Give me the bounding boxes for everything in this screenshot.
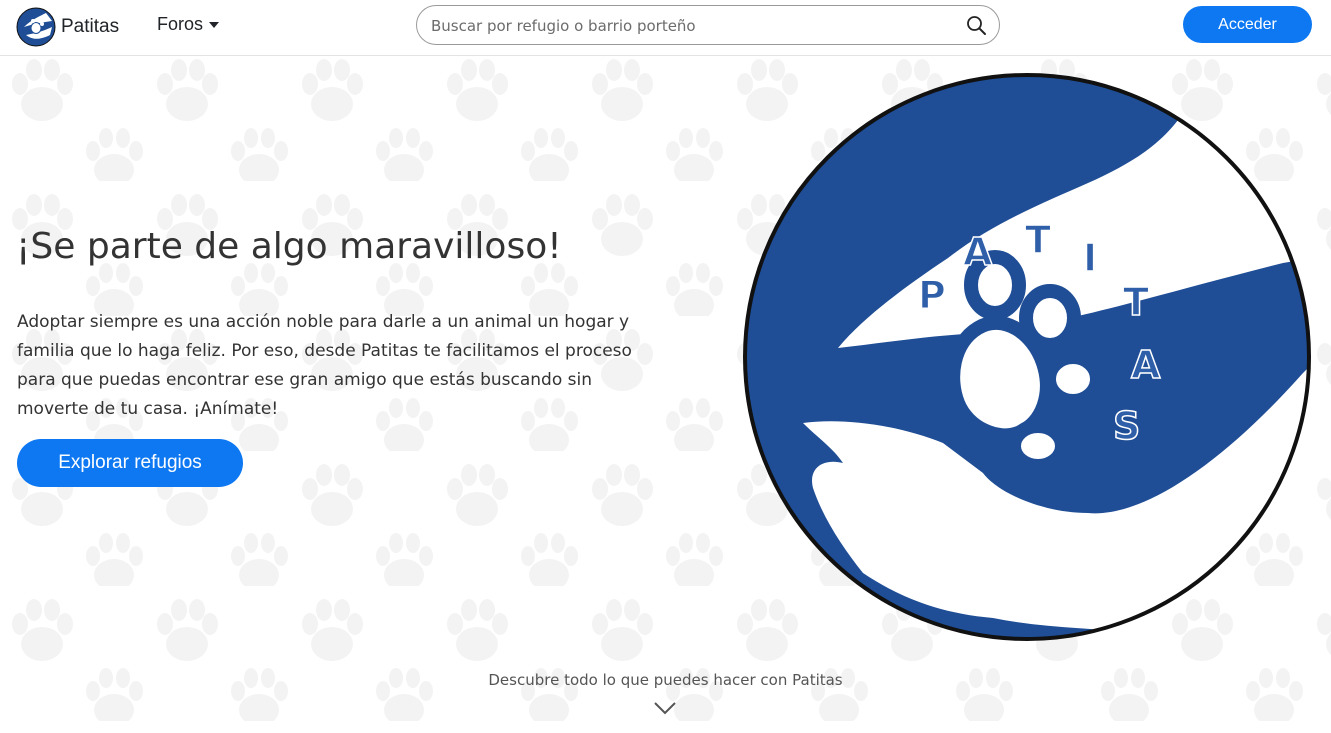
logo-letter-t: T [1025,218,1051,262]
logo-letter-a2: A [1131,343,1161,387]
caret-down-icon [209,21,220,28]
hero-title: ¡Se parte de algo maravilloso! [16,226,562,267]
logo-letter-i: I [1083,236,1097,280]
chevron-down-icon[interactable] [653,700,677,716]
search-bar [416,5,1000,46]
brand-name: Patitas [61,16,120,37]
logo-letter-a: A [963,230,993,274]
foros-dropdown[interactable]: Foros [157,14,220,35]
search-icon[interactable] [966,15,987,36]
patitas-hero-logo: P A T I T A S [743,73,1311,641]
search-input[interactable] [429,6,963,46]
foros-label: Foros [157,14,204,34]
explore-shelters-button[interactable]: Explorar refugios [17,439,243,487]
discover-hint: Descubre todo lo que puedes hacer con Pa… [488,671,843,689]
logo-letter-p: P [918,273,946,317]
logo-letter-t2: T [1123,280,1149,324]
hero-description: Adoptar siempre es una acción noble para… [17,312,632,419]
patitas-logo-icon [16,7,56,47]
logo-letter-s: S [1113,404,1140,448]
brand-home-link[interactable]: Patitas [16,5,119,49]
top-navbar: Patitas Foros Acceder [0,0,1331,56]
login-button[interactable]: Acceder [1183,6,1312,43]
